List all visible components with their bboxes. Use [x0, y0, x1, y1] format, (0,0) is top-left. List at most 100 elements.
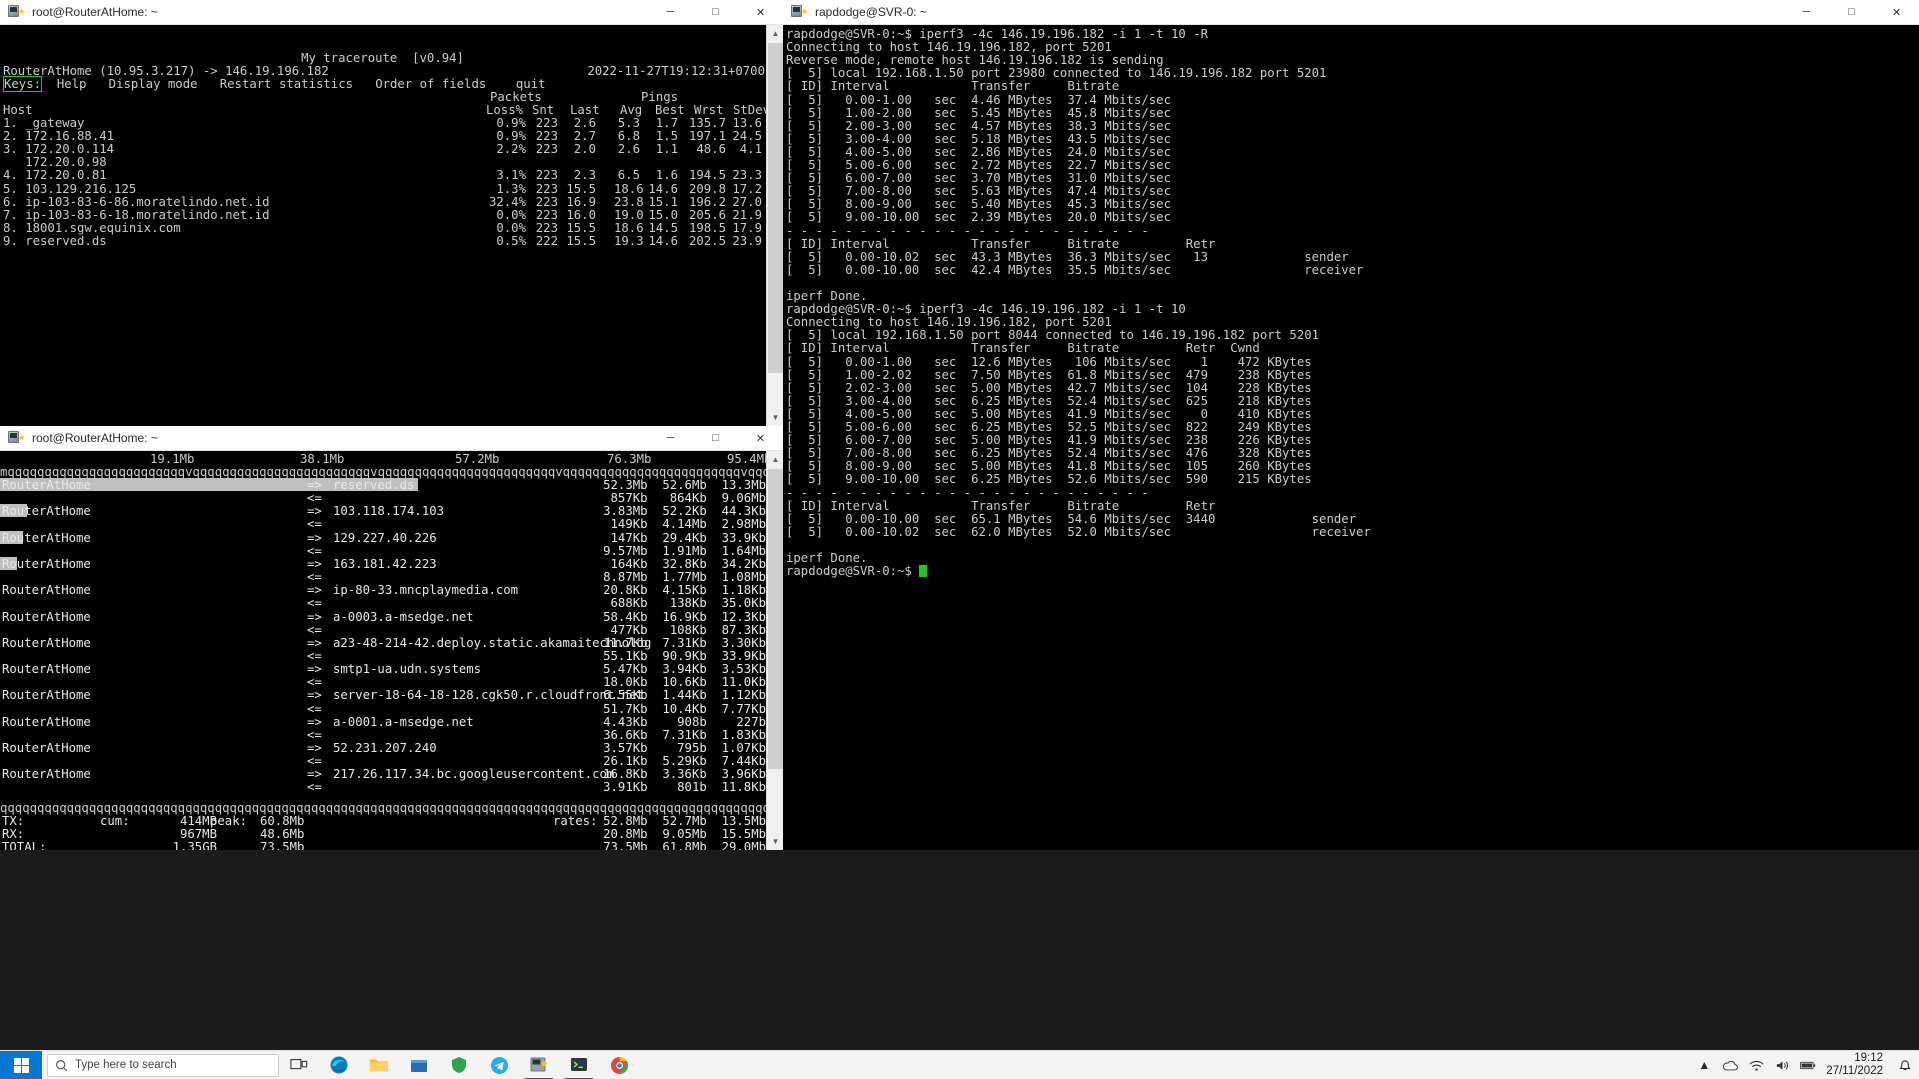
- iftop-rate-out: 147Kb 29.4Kb 33.9Kb: [596, 532, 766, 545]
- iftop-local-host: RouterAtHome: [2, 505, 91, 518]
- scroll-down-arrow[interactable]: ▼: [767, 833, 783, 850]
- mtr-key-order[interactable]: Order of fields: [375, 77, 516, 91]
- iperf-terminal-body[interactable]: rapdodge@SVR-0:~$ iperf3 -4c 146.19.196.…: [783, 25, 1919, 850]
- iperf-shell-prompt[interactable]: rapdodge@SVR-0:~$: [786, 565, 927, 578]
- onedrive-icon[interactable]: [1722, 1057, 1738, 1073]
- iftop-rate-in: 55.1Kb 90.9Kb 33.9Kb: [596, 650, 766, 663]
- iftop-rate-out: 11.7Kb 7.31Kb 3.30Kb: [596, 637, 766, 650]
- iftop-direction-in-icon: <=: [307, 571, 322, 584]
- iftop-peer-host: a-0003.a-msedge.net: [333, 611, 474, 624]
- chevron-up-icon[interactable]: ▲: [1696, 1057, 1712, 1073]
- mtr-titlebar[interactable]: root@RouterAtHome: ~ ─ □ ✕: [0, 0, 783, 25]
- iperf-output-line: [ 5] 2.02-3.00 sec 5.00 MBytes 42.7 Mbit…: [786, 382, 1312, 395]
- mtr-keys-row[interactable]: Keys: Help Display mode Restart statisti…: [3, 78, 546, 91]
- mtr-cell-snt: 223: [530, 143, 558, 156]
- close-button[interactable]: ✕: [1874, 0, 1919, 24]
- notification-icon[interactable]: [1897, 1057, 1913, 1073]
- iftop-footer-total-rates: 73.5Mb 61.8Mb 29.0Mb: [596, 841, 766, 850]
- close-button[interactable]: ✕: [738, 426, 783, 450]
- close-button[interactable]: ✕: [738, 0, 783, 24]
- iftop-titlebar[interactable]: root@RouterAtHome: ~ ─ □ ✕: [0, 426, 783, 451]
- iftop-footer-rates-label: rates:: [553, 815, 597, 828]
- mtr-hop-row: 8. 18001.sgw.equinix.com: [3, 222, 181, 235]
- scroll-up-arrow[interactable]: ▲: [767, 451, 783, 468]
- scroll-up-arrow[interactable]: ▲: [767, 25, 783, 42]
- mtr-cell-loss: 0.0%: [486, 209, 526, 222]
- iperf-output-line: [ 5] 0.00-10.02 sec 62.0 MBytes 52.0 Mbi…: [786, 526, 1371, 539]
- task-view-icon: [290, 1057, 308, 1073]
- mtr-scroll-thumb[interactable]: [768, 43, 783, 373]
- taskbar-telegram-button[interactable]: [479, 1051, 519, 1079]
- volume-icon[interactable]: [1774, 1057, 1790, 1073]
- iftop-window-controls[interactable]: ─ □ ✕: [648, 426, 783, 450]
- taskbar-search-box[interactable]: Type here to search: [47, 1054, 279, 1077]
- mtr-key-restart[interactable]: Restart statistics: [220, 77, 375, 91]
- iftop-direction-out-icon: =>: [307, 716, 322, 729]
- network-icon[interactable]: [1748, 1057, 1764, 1073]
- iftop-footer-total-cum: 1.35GB: [155, 841, 217, 850]
- edge-icon: [329, 1055, 349, 1075]
- maximize-button[interactable]: □: [1829, 0, 1874, 24]
- start-button[interactable]: [0, 1051, 42, 1079]
- mtr-cell-wrst: 202.5: [688, 235, 726, 248]
- maximize-button[interactable]: □: [693, 426, 738, 450]
- mtr-cell-wrst: 48.6: [688, 143, 726, 156]
- mtr-cell-stdev: 4.1: [728, 143, 762, 156]
- iftop-peer-host: 103.118.174.103: [333, 505, 444, 518]
- windows-taskbar[interactable]: Type here to search: [0, 1050, 1919, 1079]
- iperf-output-line: [ 5] 0.00-10.00 sec 65.1 MBytes 54.6 Mbi…: [786, 513, 1356, 526]
- mtr-terminal-window[interactable]: root@RouterAtHome: ~ ─ □ ✕ My traceroute…: [0, 0, 783, 426]
- iperf-output-line: [ ID] Interval Transfer Bitrate: [786, 80, 1119, 93]
- iperf-titlebar[interactable]: rapdodge@SVR-0: ~ ─ □ ✕: [783, 0, 1919, 25]
- mtr-cell-loss: 0.0%: [486, 222, 526, 235]
- taskbar-vpn-button[interactable]: [439, 1051, 479, 1079]
- minimize-button[interactable]: ─: [648, 426, 693, 450]
- system-tray[interactable]: ▲ 19:12 27/11/2022: [1696, 1052, 1919, 1078]
- taskbar-edge-button[interactable]: [319, 1051, 359, 1079]
- mtr-cell-best: 15.1: [648, 196, 678, 209]
- iftop-direction-in-icon: <=: [307, 755, 322, 768]
- taskbar-terminal-button[interactable]: [559, 1051, 599, 1079]
- mtr-vertical-scrollbar[interactable]: ▲ ▼: [766, 25, 783, 426]
- iftop-rate-in: 36.6Kb 7.31Kb 1.83Kb: [596, 729, 766, 742]
- scroll-down-arrow[interactable]: ▼: [767, 409, 783, 426]
- iperf-terminal-window[interactable]: rapdodge@SVR-0: ~ ─ □ ✕ rapdodge@SVR-0:~…: [783, 0, 1919, 850]
- taskbar-putty-button[interactable]: [519, 1051, 559, 1079]
- mtr-cell-snt: 222: [530, 235, 558, 248]
- mtr-key-quit[interactable]: quit: [516, 77, 546, 91]
- mtr-cell-stdev: 23.3: [728, 169, 762, 182]
- mtr-window-controls[interactable]: ─ □ ✕: [648, 0, 783, 24]
- iftop-scroll-thumb[interactable]: [768, 469, 783, 769]
- mtr-key-help[interactable]: Help: [42, 77, 109, 91]
- mtr-cell-snt: 223: [530, 222, 558, 235]
- minimize-button[interactable]: ─: [648, 0, 693, 24]
- taskbar-store-button[interactable]: [399, 1051, 439, 1079]
- iftop-rate-out: 4.43Kb 908b 227b: [596, 716, 766, 729]
- mtr-terminal-body[interactable]: My traceroute [v0.94] RouterAtHome (10.9…: [0, 25, 783, 426]
- battery-icon[interactable]: [1800, 1057, 1816, 1073]
- mtr-hop-row: 4. 172.20.0.81: [3, 169, 107, 182]
- iperf-output-line: [ 5] 3.00-4.00 sec 6.25 MBytes 52.4 Mbit…: [786, 395, 1312, 408]
- iftop-direction-in-icon: <=: [307, 492, 322, 505]
- iftop-window-title: root@RouterAtHome: ~: [32, 431, 648, 445]
- taskbar-task-view-button[interactable]: [279, 1051, 319, 1079]
- mtr-cell-stdev: 23.9: [728, 235, 762, 248]
- iftop-vertical-scrollbar[interactable]: ▲ ▼: [766, 451, 783, 850]
- iftop-terminal-body[interactable]: 19.1Mb38.1Mb57.2Mb76.3Mb95.4Mb mqqqqqqqq…: [0, 451, 783, 850]
- minimize-button[interactable]: ─: [1784, 0, 1829, 24]
- iperf-window-controls[interactable]: ─ □ ✕: [1784, 0, 1919, 24]
- mtr-key-display-mode[interactable]: Display mode: [109, 77, 220, 91]
- iperf-output-line: [ 5] 0.00-1.00 sec 4.46 MBytes 37.4 Mbit…: [786, 94, 1171, 107]
- iperf-prompt-text: rapdodge@SVR-0:~$: [786, 564, 919, 578]
- iftop-terminal-window[interactable]: root@RouterAtHome: ~ ─ □ ✕ 19.1Mb38.1Mb5…: [0, 426, 783, 850]
- mtr-timestamp: 2022-11-27T19:12:31+0700: [587, 65, 765, 78]
- taskbar-clock[interactable]: 19:12 27/11/2022: [1826, 1052, 1887, 1078]
- mtr-cell-stdev: 17.9: [728, 222, 762, 235]
- taskbar-file-explorer-button[interactable]: [359, 1051, 399, 1079]
- maximize-button[interactable]: □: [693, 0, 738, 24]
- iftop-local-host: RouterAtHome: [2, 611, 91, 624]
- iftop-direction-out-icon: =>: [307, 611, 322, 624]
- mtr-cell-stdev: 27.0: [728, 196, 762, 209]
- taskbar-chrome-button[interactable]: [599, 1051, 639, 1079]
- mtr-cell-last: 15.5: [566, 222, 596, 235]
